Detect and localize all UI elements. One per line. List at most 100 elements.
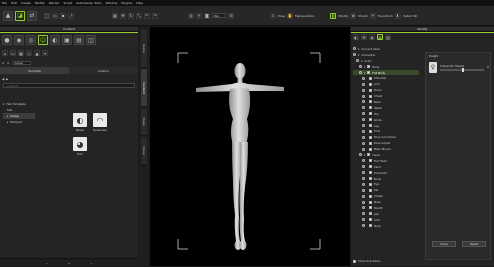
pose-icon[interactable]: ♙ [270,12,276,19]
tab-scene[interactable]: Scene [141,30,147,68]
menu-item[interactable]: File [2,1,7,5]
scroll-right-icon[interactable]: − [90,261,92,265]
visibility-eye-icon[interactable] [362,171,365,175]
modify-tab-icon-3[interactable]: ◈ [369,34,375,40]
tree-item-checkbox[interactable] [369,206,372,210]
menu-item[interactable]: Submission Tools [76,1,102,5]
morph-label[interactable]: Morph [358,14,367,18]
tree-item-checkbox[interactable] [369,82,372,86]
filter-icon[interactable]: ⊲ [2,61,4,65]
menu-item[interactable]: Create [21,1,31,5]
visibility-eye-icon[interactable] [362,112,365,116]
visibility-eye-icon[interactable] [362,177,365,181]
tree-item-checkbox[interactable] [367,65,371,69]
tree-item-checkbox[interactable] [369,182,372,186]
content-icon-6[interactable]: ▣ [62,35,72,45]
tree-item-checkbox[interactable] [369,106,372,110]
visibility-eye-icon[interactable] [359,65,362,69]
visibility-eye-icon[interactable] [362,147,365,151]
tree-item-checkbox[interactable] [369,100,372,104]
visibility-eye-icon[interactable] [359,153,362,157]
tree-item-checkbox[interactable] [369,94,372,98]
reset-button[interactable]: Reset [462,241,486,247]
expand-arrow-icon[interactable]: ▾ [358,47,359,51]
visibility-eye-icon[interactable] [362,194,365,198]
tab-stage[interactable]: Stage [141,108,147,136]
install-icon[interactable]: ⬇ [394,12,401,19]
viewport-3d[interactable] [150,27,350,266]
modify-label[interactable]: Modify [338,14,348,18]
content-icon-2[interactable]: ◉ [14,35,24,45]
tab-custom[interactable]: Custom [69,67,138,74]
manipulation-label[interactable]: Manipulation [295,14,314,18]
tab-template[interactable]: Template [0,67,69,74]
back-icon[interactable]: ◀ [2,77,4,81]
expand-arrow-icon[interactable]: ▾ [364,71,365,75]
expand-arrow-icon[interactable]: ▾ [364,153,365,157]
add-icon[interactable]: + [68,261,70,265]
visibility-eye-icon[interactable] [362,200,365,204]
content-icon-8[interactable]: ◫ [86,35,96,45]
tree-item-checkbox[interactable] [369,141,372,145]
content-small-icon-4[interactable]: ◇ [26,50,32,56]
undo-icon[interactable]: ↶ [144,12,150,19]
morph-slider[interactable] [440,67,484,72]
pose-label[interactable]: Pose [278,14,285,18]
tree-item-checkbox[interactable] [369,212,372,216]
save-icon[interactable]: ▪ [60,12,66,19]
visibility-eye-icon[interactable] [362,159,365,163]
content-item-bases[interactable]: ◐ Bases [72,113,88,132]
content-icon-5[interactable]: ◐ [50,35,60,45]
rotate-icon[interactable]: ↻ [128,12,134,19]
tree-item-checkbox[interactable] [369,118,372,122]
visibility-eye-icon[interactable] [362,135,365,139]
tree-item-checkbox[interactable] [369,165,372,169]
visibility-eye-icon[interactable] [353,47,356,51]
tree-item[interactable]: ▸ Element [3,119,35,125]
visibility-eye-icon[interactable] [362,100,365,104]
morph-value[interactable]: 0 [487,65,489,69]
filter-icon-2[interactable]: ⊳ [7,61,9,65]
visibility-eye-icon[interactable] [353,53,356,57]
scale-icon[interactable]: ⤡ [136,12,142,19]
visibility-eye-icon[interactable] [359,71,362,74]
headshot-logo-icon[interactable]: ◪ [15,10,25,21]
morph-icon[interactable]: ◈ [350,12,357,19]
tree-item-checkbox[interactable] [369,124,372,128]
tree-item-checkbox[interactable] [369,76,372,80]
transform-label[interactable]: Transform [378,14,393,18]
content-item-eyebrows[interactable]: ◠ Eyebrows [92,113,108,132]
grid-icon[interactable]: ▦ [112,12,118,19]
visibility-eye-icon[interactable] [362,218,365,222]
visibility-eye-icon[interactable] [362,129,365,133]
show-sub-items-row[interactable]: Show Sub Items [353,259,380,263]
expand-arrow-icon[interactable]: ▾ [358,53,359,57]
menu-item[interactable]: Script [63,1,72,5]
redo-icon[interactable]: ↷ [152,12,158,19]
visibility-eye-icon[interactable] [362,182,365,186]
content-icon-3[interactable]: ◎ [26,35,36,45]
render-mode-icon[interactable]: ◍ [188,12,194,19]
tree-item-checkbox[interactable] [369,194,372,198]
content-small-icon-2[interactable]: ▭ [10,50,16,56]
forward-icon[interactable]: ▶ [6,77,8,81]
tree-item-checkbox[interactable] [369,112,372,116]
content-icon-4[interactable]: ☺ [38,35,48,45]
modify-tab-icon-5[interactable]: ▧ [385,34,391,40]
mirror-tool-icon[interactable]: ⇄ [27,10,37,21]
visibility-eye-icon[interactable] [362,124,365,128]
tree-item-checkbox[interactable] [369,88,372,92]
visibility-eye-icon[interactable] [362,141,365,145]
modify-tree-item[interactable]: Neck [353,223,419,229]
modify-tab-icon-4[interactable]: ▦ [377,34,383,40]
tree-item-checkbox[interactable] [369,135,372,139]
visibility-eye-icon[interactable] [356,59,359,63]
content-small-icon-5[interactable]: ▲ [34,50,40,56]
tree-item-checkbox[interactable] [369,200,372,204]
modify-tab-icon-1[interactable]: ◐ [353,34,359,40]
content-small-icon-3[interactable]: ▦ [18,50,24,56]
open-icon[interactable]: ▭ [52,12,58,19]
tree-item-checkbox[interactable] [369,171,372,175]
visibility-eye-icon[interactable] [362,224,365,228]
menu-item[interactable]: Plugins [122,1,133,5]
